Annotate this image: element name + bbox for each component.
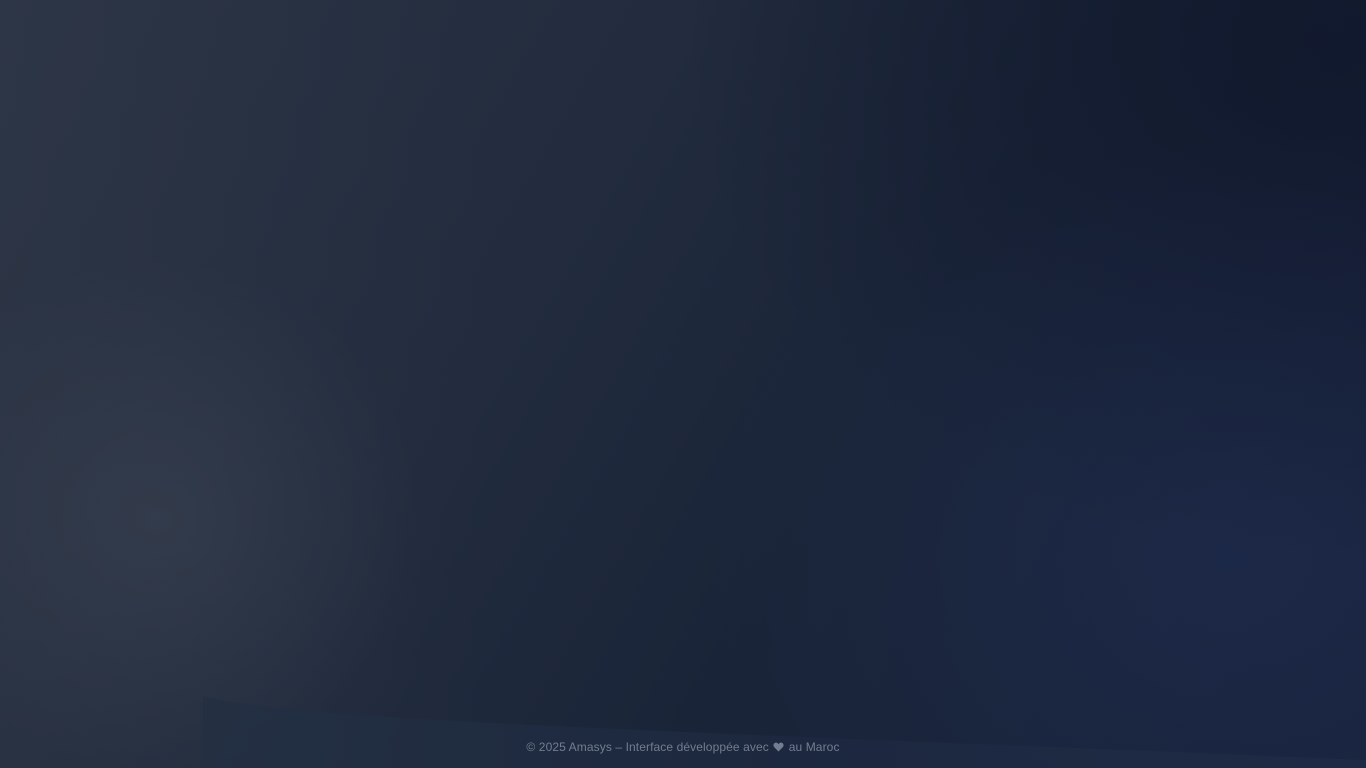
login-background: © 2025 Amasys – Interface développée ave…	[0, 0, 1366, 768]
heart-icon	[773, 742, 784, 752]
footer-suffix: au Maroc	[788, 740, 840, 754]
footer-prefix: © 2025 Amasys – Interface développée ave…	[526, 740, 769, 754]
footer-copyright: © 2025 Amasys – Interface développée ave…	[0, 739, 1366, 755]
bottom-wave-shape	[203, 696, 1366, 768]
